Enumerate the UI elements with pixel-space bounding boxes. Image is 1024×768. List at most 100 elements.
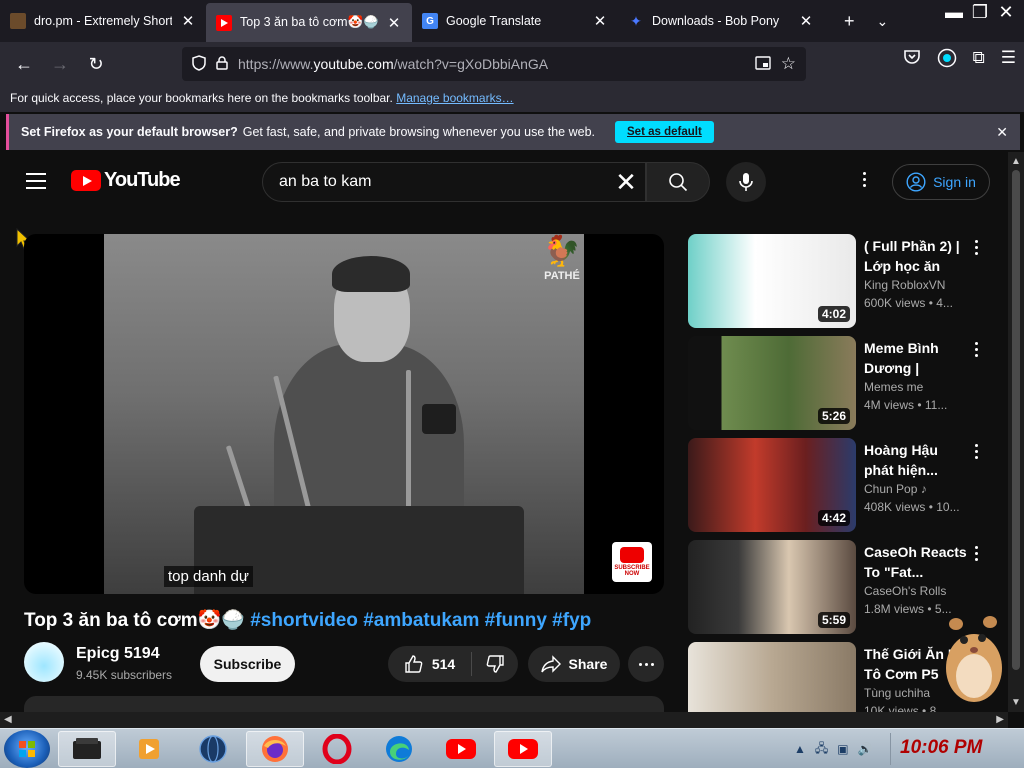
list-all-tabs-icon[interactable]: ⌄ (877, 13, 889, 30)
recommendation-menu-icon[interactable] (972, 546, 980, 561)
set-as-default-button[interactable]: Set as default (615, 121, 714, 143)
scroll-up-icon[interactable]: ▲ (1011, 156, 1021, 167)
taskbar-edge[interactable] (370, 731, 428, 767)
video-thumbnail[interactable]: 4:02 (688, 234, 856, 328)
manage-bookmarks-link[interactable]: Manage bookmarks… (396, 91, 513, 105)
taskbar-opera[interactable] (308, 731, 366, 767)
tab-dro-pm[interactable]: dro.pm - Extremely Short Li ✕ (0, 0, 206, 42)
pocket-icon[interactable] (903, 48, 921, 73)
recommendation-channel[interactable]: CaseOh's Rolls (864, 584, 946, 598)
recommendation-menu-icon[interactable] (972, 342, 980, 357)
search-input[interactable]: an ba to kam ✕ (262, 162, 646, 202)
close-tab-icon[interactable]: ✕ (798, 12, 814, 30)
recommendation-channel[interactable]: King RobloxVN (864, 278, 945, 292)
firefox-account-icon[interactable] (937, 48, 957, 73)
taskbar-youtube-1[interactable] (432, 731, 490, 767)
new-tab-icon[interactable]: + (844, 11, 855, 32)
recommendation-title[interactable]: Meme Bình Dương | Những... (864, 338, 968, 378)
video-thumbnail[interactable]: 4:42 (688, 438, 856, 532)
speaker-hair (332, 256, 410, 292)
close-window-icon[interactable]: ✕ (996, 2, 1016, 22)
music-note-icon: ♪ (920, 482, 927, 496)
minimize-icon[interactable]: ▬ (944, 2, 964, 22)
recommendation-item[interactable]: 4:02 ( Full Phần 2) | Lớp học ăn ba... K… (688, 234, 998, 328)
recommendation-channel[interactable]: Memes me (864, 380, 923, 394)
menu-icon[interactable]: ☰ (1001, 48, 1016, 73)
bookmark-star-icon[interactable]: ☆ (781, 54, 796, 74)
extensions-icon[interactable]: ⧉ (973, 48, 985, 73)
forward-icon[interactable]: → (42, 46, 78, 82)
volume-icon[interactable]: 🔊 (858, 742, 873, 756)
video-thumbnail[interactable]: 5:59 (688, 540, 856, 634)
channel-name[interactable]: Epicg 5194 (76, 645, 160, 663)
recommendation-title[interactable]: ( Full Phần 2) | Lớp học ăn ba... (864, 236, 968, 276)
action-center-icon[interactable]: ▣ (837, 742, 848, 756)
horizontal-scrollbar[interactable]: ◀ ▶ (0, 712, 1008, 728)
recommendation-meta: 408K views • 10... (864, 500, 960, 514)
taskbar-media-player[interactable] (120, 731, 178, 767)
network-icon[interactable]: 🖧 (815, 739, 828, 760)
system-clock[interactable]: 10:06 PM (900, 737, 982, 759)
taskbar-globe[interactable] (184, 731, 242, 767)
close-tab-icon[interactable]: ✕ (180, 12, 196, 30)
search-button[interactable] (646, 162, 710, 202)
recommendation-meta: 4M views • 11... (864, 398, 948, 412)
recommendation-channel[interactable]: Tùng uchiha (864, 686, 930, 700)
video-duration: 4:02 (817, 306, 850, 322)
address-bar[interactable]: https://www.youtube.com/watch?v=gXoDbbiA… (182, 47, 806, 81)
taskbar-file-explorer[interactable] (58, 731, 116, 767)
taskbar-youtube-2[interactable] (494, 731, 552, 767)
tab-downloads[interactable]: ✦ Downloads - Bob Pony ✕ (618, 0, 824, 42)
video-player[interactable]: 🐓 PATHÉ top danh dự SUBSCRIBE NOW (24, 234, 664, 594)
video-caption: top danh dự (164, 566, 253, 587)
scrollbar-thumb[interactable] (1012, 170, 1020, 670)
video-hashtags[interactable]: #shortvideo #ambatukam #funny #fyp (250, 610, 591, 631)
dislike-button[interactable] (472, 654, 518, 674)
restore-icon[interactable]: ❐ (970, 2, 990, 22)
recommendation-title[interactable]: Hoàng Hậu phát hiện... (864, 440, 968, 480)
windows-taskbar: ▲ 🖧 ▣ 🔊 10:06 PM (0, 728, 1024, 768)
scroll-down-icon[interactable]: ▼ (1011, 697, 1021, 708)
channel-avatar[interactable] (24, 642, 64, 682)
recommendation-item[interactable]: 4:42 Hoàng Hậu phát hiện... Chun Pop ♪ 4… (688, 438, 998, 532)
youtube-logo[interactable]: YouTube (71, 169, 181, 192)
scroll-right-icon[interactable]: ▶ (996, 714, 1004, 725)
scroll-left-icon[interactable]: ◀ (4, 714, 12, 725)
close-tab-icon[interactable]: ✕ (386, 14, 402, 32)
recommendation-menu-icon[interactable] (972, 444, 980, 459)
close-tab-icon[interactable]: ✕ (592, 12, 608, 30)
subscribe-button[interactable]: Subscribe (200, 646, 295, 682)
tab-youtube-video[interactable]: Top 3 ăn ba tô cơm🤡🍚 #s ✕ (206, 3, 412, 42)
recommendation-item[interactable]: 5:26 Meme Bình Dương | Những... Memes me… (688, 336, 998, 430)
vertical-scrollbar[interactable]: ▲ ▼ (1008, 152, 1024, 712)
start-button[interactable] (4, 730, 50, 768)
like-button[interactable]: 514 (388, 652, 472, 676)
picture-in-picture-icon[interactable] (755, 55, 771, 73)
show-hidden-icons-icon[interactable]: ▲ (794, 742, 806, 756)
guide-menu-icon[interactable] (26, 173, 46, 189)
armband (422, 404, 456, 434)
lock-icon[interactable] (216, 55, 228, 73)
recommendation-title[interactable]: CaseOh Reacts To "Fat... (864, 542, 968, 582)
recommendation-channel[interactable]: Chun Pop ♪ (864, 482, 927, 496)
back-icon[interactable]: ← (6, 46, 42, 82)
reload-icon[interactable]: ↻ (78, 46, 114, 82)
settings-kebab-icon[interactable] (854, 172, 874, 187)
video-frame: 🐓 PATHÉ (104, 234, 584, 594)
url-text[interactable]: https://www.youtube.com/watch?v=gXoDbbiA… (238, 56, 745, 72)
tracking-protection-icon[interactable] (192, 54, 206, 74)
video-thumbnail[interactable] (688, 642, 856, 712)
more-actions-button[interactable] (628, 646, 664, 682)
firefox-icon (262, 736, 288, 762)
recommendation-menu-icon[interactable] (972, 240, 980, 255)
close-notification-icon[interactable]: ✕ (996, 124, 1008, 141)
pathe-watermark: 🐓 PATHÉ (540, 234, 584, 282)
voice-search-button[interactable] (726, 162, 766, 202)
tab-google-translate[interactable]: G Google Translate ✕ (412, 0, 618, 42)
tab-label: Downloads - Bob Pony (652, 14, 780, 28)
video-thumbnail[interactable]: 5:26 (688, 336, 856, 430)
clear-search-icon[interactable]: ✕ (611, 167, 641, 198)
share-button[interactable]: Share (528, 646, 620, 682)
sign-in-button[interactable]: Sign in (892, 164, 990, 200)
taskbar-firefox[interactable] (246, 731, 304, 767)
